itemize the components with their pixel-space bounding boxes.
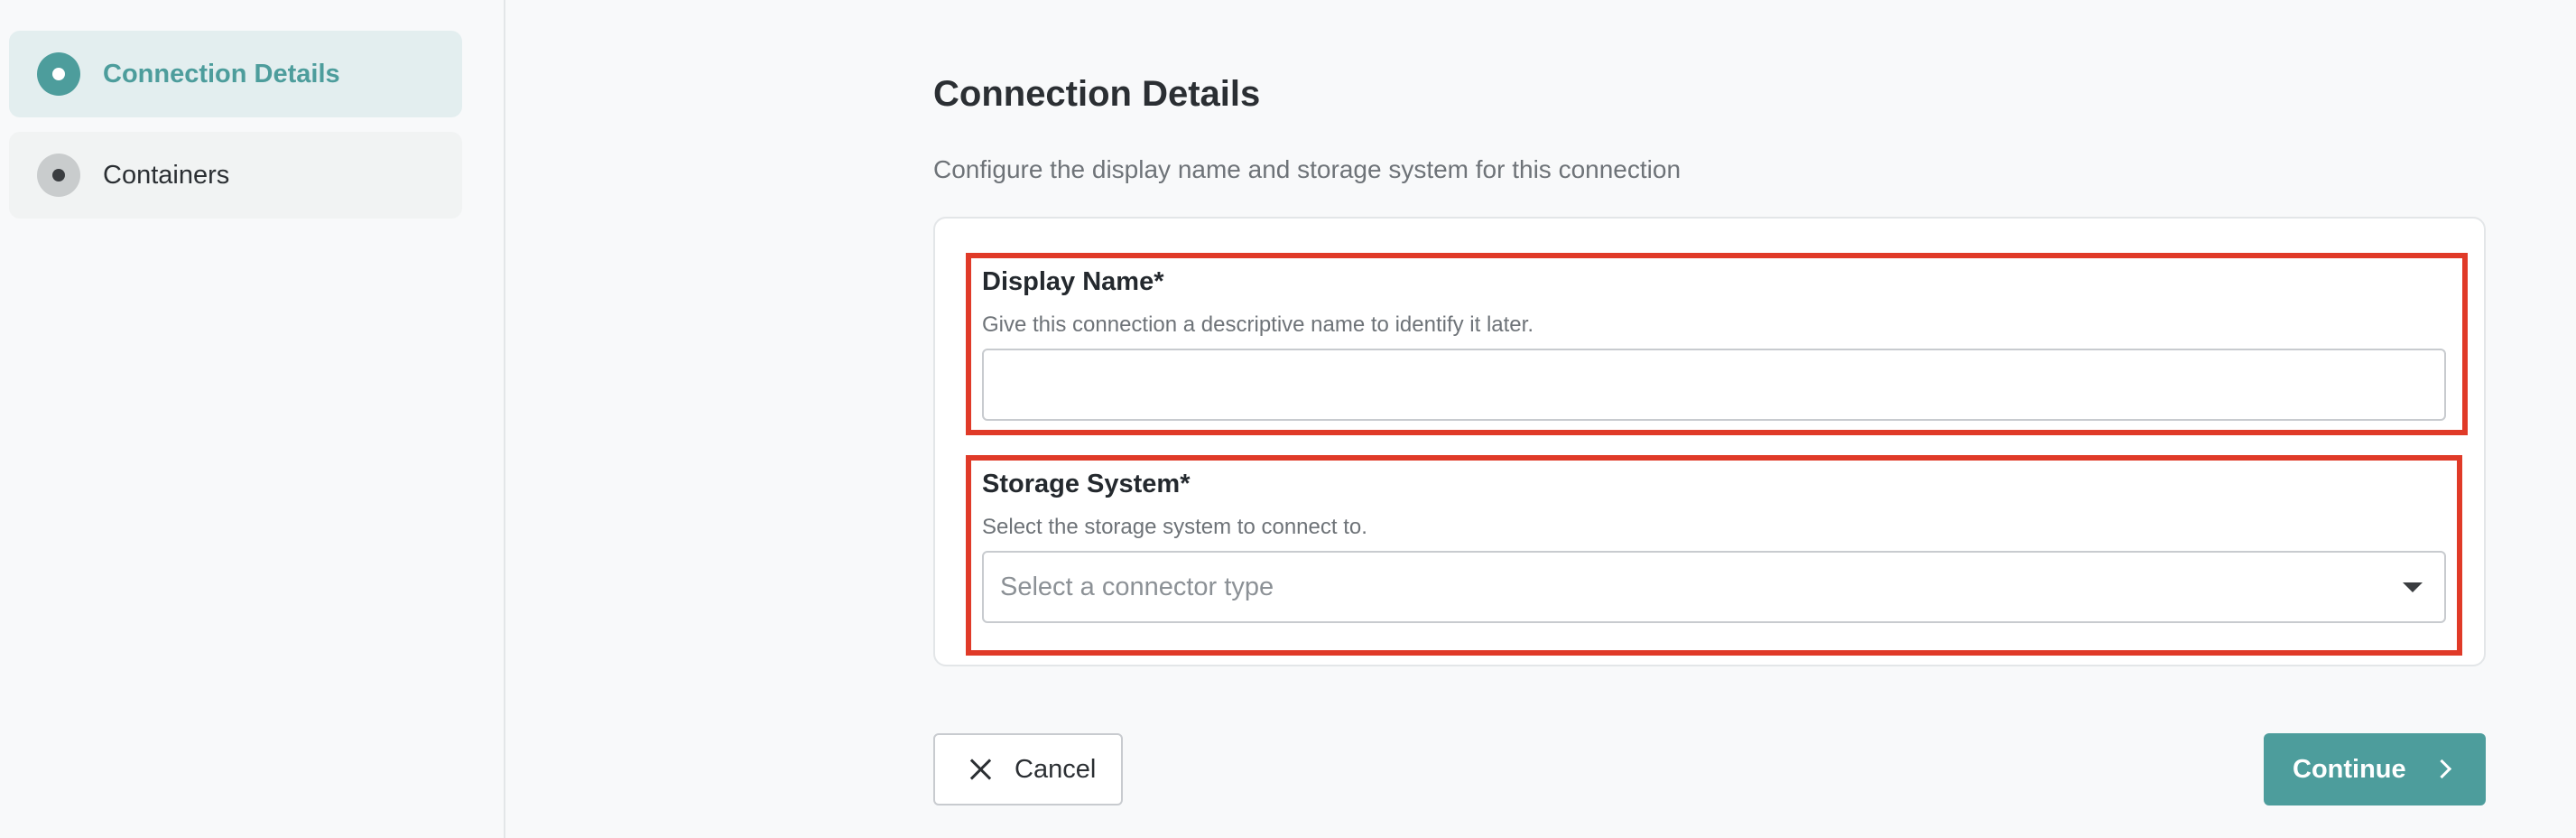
sidebar-step-label: Containers <box>103 160 230 190</box>
display-name-field-group: Display Name* Give this connection a des… <box>966 253 2468 435</box>
display-name-label: Display Name* <box>982 267 1164 296</box>
storage-system-select[interactable]: Select a connector type <box>982 551 2446 623</box>
continue-button[interactable]: Continue <box>2264 733 2486 805</box>
chevron-down-icon <box>2403 582 2423 592</box>
page-subtitle: Configure the display name and storage s… <box>933 155 1682 183</box>
connection-form-card: Display Name* Give this connection a des… <box>933 217 2486 666</box>
close-icon <box>969 759 991 780</box>
storage-system-label: Storage System* <box>982 470 1191 498</box>
cancel-button[interactable]: Cancel <box>933 733 1123 805</box>
chevron-right-icon <box>2432 759 2452 779</box>
sidebar-step-containers[interactable]: Containers <box>9 132 462 219</box>
sidebar-step-label: Connection Details <box>103 59 340 88</box>
main-content: Connection Details Configure the display… <box>933 0 2486 838</box>
step-active-dot-icon <box>37 52 80 96</box>
storage-system-field-group: Storage System* Select the storage syste… <box>966 455 2462 656</box>
cancel-button-label: Cancel <box>1015 754 1097 784</box>
display-name-input[interactable] <box>982 349 2446 421</box>
display-name-help: Give this connection a descriptive name … <box>982 312 1534 337</box>
step-pending-dot-icon <box>37 154 80 197</box>
storage-system-help: Select the storage system to connect to. <box>982 515 1367 539</box>
storage-system-placeholder: Select a connector type <box>1000 572 1274 601</box>
page-title: Connection Details <box>933 74 1261 114</box>
sidebar-step-connection-details[interactable]: Connection Details <box>9 31 462 117</box>
wizard-sidebar: Connection Details Containers <box>0 0 505 838</box>
continue-button-label: Continue <box>2293 754 2406 784</box>
